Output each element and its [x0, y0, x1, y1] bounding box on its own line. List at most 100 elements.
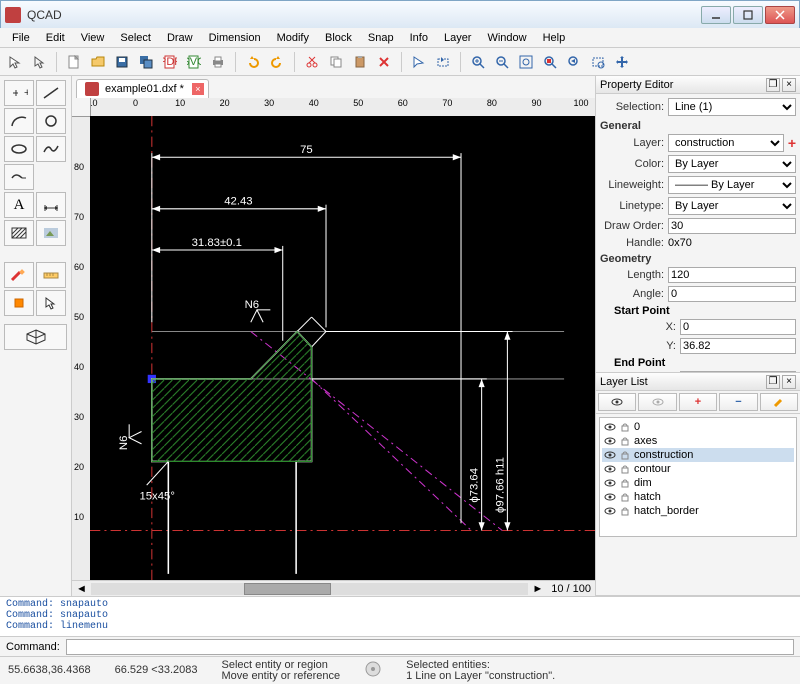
horizontal-scrollbar[interactable]: ◄ ► 10 / 100 — [72, 580, 595, 596]
pointer-tool-icon[interactable] — [4, 51, 26, 73]
export-pdf-icon[interactable]: PDF — [159, 51, 181, 73]
ellipse-tool[interactable] — [4, 136, 34, 162]
layer-remove-icon[interactable]: − — [719, 393, 757, 411]
lineweight-dropdown[interactable]: ——— By Layer — [668, 176, 796, 194]
layer-item[interactable]: contour — [602, 462, 794, 476]
measure-tool[interactable] — [36, 262, 66, 288]
eye-icon[interactable] — [604, 435, 616, 447]
panel-float-icon[interactable]: ❐ — [766, 78, 780, 92]
undo-icon[interactable] — [242, 51, 264, 73]
scroll-left-icon[interactable]: ◄ — [76, 583, 87, 595]
hatch-tool[interactable] — [4, 220, 34, 246]
layer-dropdown[interactable]: construction — [668, 134, 784, 152]
layer-item[interactable]: construction — [602, 448, 794, 462]
dimension-tool[interactable] — [36, 192, 66, 218]
panel-close-icon[interactable]: × — [782, 78, 796, 92]
minimize-button[interactable] — [701, 6, 731, 24]
menu-file[interactable]: File — [4, 30, 38, 46]
panel-close-icon[interactable]: × — [782, 375, 796, 389]
drawing-canvas[interactable]: 75 42.43 31.83±0.1 15x45° — [90, 116, 595, 580]
menu-select[interactable]: Select — [112, 30, 159, 46]
pan-icon[interactable] — [611, 51, 633, 73]
end-x-input[interactable] — [680, 371, 796, 372]
property-editor-header[interactable]: Property Editor ❐× — [596, 76, 800, 94]
zoom-extents-icon[interactable] — [515, 51, 537, 73]
select-modes-tool[interactable] — [36, 290, 66, 316]
save-file-icon[interactable] — [111, 51, 133, 73]
open-file-icon[interactable] — [87, 51, 109, 73]
document-tab[interactable]: example01.dxf * × — [76, 79, 209, 98]
delete-icon[interactable] — [373, 51, 395, 73]
zoom-out-icon[interactable] — [491, 51, 513, 73]
length-input[interactable] — [668, 267, 796, 283]
menu-dimension[interactable]: Dimension — [201, 30, 269, 46]
lock-icon[interactable] — [620, 422, 630, 432]
layer-add-icon[interactable]: + — [679, 393, 717, 411]
lock-icon[interactable] — [620, 436, 630, 446]
menu-info[interactable]: Info — [402, 30, 436, 46]
save-copy-icon[interactable] — [135, 51, 157, 73]
lock-icon[interactable] — [620, 492, 630, 502]
angle-input[interactable] — [668, 286, 796, 302]
copy-icon[interactable] — [325, 51, 347, 73]
color-dropdown[interactable]: By Layer — [668, 155, 796, 173]
eye-icon[interactable] — [604, 491, 616, 503]
start-x-input[interactable] — [680, 319, 796, 335]
zoom-selrect-icon[interactable] — [432, 51, 454, 73]
eye-icon[interactable] — [604, 449, 616, 461]
start-y-input[interactable] — [680, 338, 796, 354]
image-tool[interactable] — [36, 220, 66, 246]
layer-item[interactable]: axes — [602, 434, 794, 448]
zoom-previous-icon[interactable] — [563, 51, 585, 73]
new-file-icon[interactable] — [63, 51, 85, 73]
eye-icon[interactable] — [604, 421, 616, 433]
polyline-tool[interactable] — [4, 164, 34, 190]
tab-close-icon[interactable]: × — [192, 83, 204, 95]
arc-tool[interactable] — [4, 108, 34, 134]
cut-icon[interactable] — [301, 51, 323, 73]
zoom-window-icon[interactable] — [587, 51, 609, 73]
modify-tool[interactable] — [4, 262, 34, 288]
menu-window[interactable]: Window — [479, 30, 534, 46]
export-svg-icon[interactable]: SVG — [183, 51, 205, 73]
close-button[interactable] — [765, 6, 795, 24]
lock-icon[interactable] — [620, 464, 630, 474]
eye-icon[interactable] — [604, 505, 616, 517]
layer-item[interactable]: hatch — [602, 490, 794, 504]
menu-layer[interactable]: Layer — [436, 30, 480, 46]
lock-icon[interactable] — [620, 478, 630, 488]
draw-order-input[interactable] — [668, 218, 796, 234]
layer-item[interactable]: dim — [602, 476, 794, 490]
maximize-button[interactable] — [733, 6, 763, 24]
zoom-in-icon[interactable] — [467, 51, 489, 73]
linetype-dropdown[interactable]: By Layer — [668, 197, 796, 215]
lock-icon[interactable] — [620, 450, 630, 460]
menu-edit[interactable]: Edit — [38, 30, 73, 46]
menu-help[interactable]: Help — [535, 30, 574, 46]
menu-view[interactable]: View — [73, 30, 113, 46]
eye-icon[interactable] — [604, 463, 616, 475]
menu-snap[interactable]: Snap — [360, 30, 402, 46]
layer-show-all-icon[interactable] — [598, 393, 636, 411]
layer-hide-all-icon[interactable] — [638, 393, 676, 411]
spline-tool[interactable] — [36, 136, 66, 162]
zoom-arrow-icon[interactable] — [408, 51, 430, 73]
menu-block[interactable]: Block — [317, 30, 360, 46]
eye-icon[interactable] — [604, 477, 616, 489]
panel-float-icon[interactable]: ❐ — [766, 375, 780, 389]
layer-edit-icon[interactable] — [760, 393, 798, 411]
print-icon[interactable] — [207, 51, 229, 73]
text-tool[interactable]: A — [4, 192, 34, 218]
redo-icon[interactable] — [266, 51, 288, 73]
zoom-selection-icon[interactable] — [539, 51, 561, 73]
line-point-tool[interactable]: + — [4, 80, 34, 106]
selection-dropdown[interactable]: Line (1) — [668, 98, 796, 116]
scroll-right-icon[interactable]: ► — [532, 583, 543, 595]
circle-tool[interactable] — [36, 108, 66, 134]
menu-modify[interactable]: Modify — [269, 30, 317, 46]
layer-item[interactable]: hatch_border — [602, 504, 794, 518]
select-tool-icon[interactable] — [28, 51, 50, 73]
add-layer-icon[interactable]: + — [788, 135, 796, 151]
layer-list-header[interactable]: Layer List ❐× — [596, 373, 800, 391]
line-tool[interactable] — [36, 80, 66, 106]
